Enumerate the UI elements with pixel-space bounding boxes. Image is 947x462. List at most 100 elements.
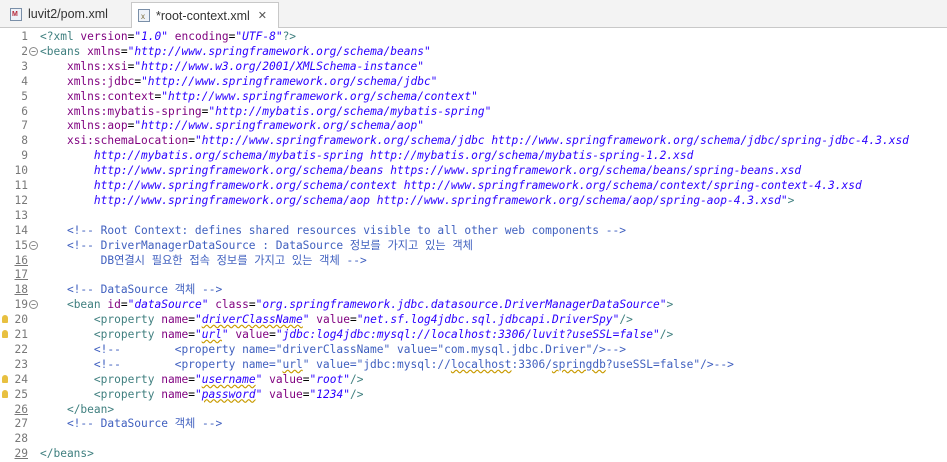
line-code: <property name="username" value="root"/> xyxy=(40,372,364,387)
tab-pom-xml[interactable]: M luvit2/pom.xml xyxy=(4,2,130,26)
code-line[interactable]: 19− <bean id="dataSource" class="org.spr… xyxy=(0,297,947,312)
code-token: "http://mybatis.org/schema/mybatis-sprin… xyxy=(208,104,492,118)
code-token: "root" xyxy=(309,372,350,386)
code-token: <property xyxy=(93,387,162,401)
code-token: ?> xyxy=(282,30,297,43)
code-token: "http://www.springframework.org/schema/j… xyxy=(141,74,438,88)
code-line[interactable]: 22 <!-- <property name="driverClassName"… xyxy=(0,342,947,357)
fold-toggle-icon[interactable]: − xyxy=(29,46,38,56)
line-number: 22 xyxy=(14,342,28,356)
code-token: class xyxy=(215,298,249,312)
code-line[interactable]: 27 <!-- DataSource 객체 --> xyxy=(0,416,947,431)
close-icon[interactable]: ✕ xyxy=(258,9,267,22)
code-token: "http://www.w3.org/2001/XMLSchema-instan… xyxy=(134,59,424,73)
code-line[interactable]: 8 xsi:schemaLocation="http://www.springf… xyxy=(0,133,947,148)
code-token: = xyxy=(188,313,195,327)
code-token: " xyxy=(194,387,202,401)
code-token: = xyxy=(302,372,310,386)
tab-root-context-xml[interactable]: x *root-context.xml ✕ xyxy=(131,2,279,28)
code-line[interactable]: 24 <property name="username" value="root… xyxy=(0,372,947,387)
code-token: value xyxy=(235,328,270,341)
code-token: xmlns:mybatis-spring xyxy=(66,104,202,118)
code-token: encoding xyxy=(174,30,229,43)
line-code: xmlns:jdbc="http://www.springframework.o… xyxy=(40,74,437,89)
code-token: name xyxy=(161,313,189,327)
code-line[interactable]: 9 http://mybatis.org/schema/mybatis-spri… xyxy=(0,148,947,163)
code-token: " xyxy=(302,313,310,327)
line-code: <!-- Root Context: defines shared resour… xyxy=(40,223,626,238)
code-editor[interactable]: 1 <?xml version="1.0" encoding="UTF-8"?> 2… xyxy=(0,28,947,462)
code-line[interactable]: 20 <property name="driverClassName" valu… xyxy=(0,312,947,327)
code-token: = xyxy=(120,298,128,312)
line-code: http://www.springframework.org/schema/co… xyxy=(40,178,862,193)
code-line[interactable]: 6 xmlns:mybatis-spring="http://mybatis.o… xyxy=(0,104,947,119)
line-code: <property name="url" value="jdbc:log4jdb… xyxy=(40,327,673,342)
code-token: <!-- Root Context: defines shared resour… xyxy=(40,223,626,237)
code-token: http://www.springframework.org/schema/co… xyxy=(40,179,862,192)
warning-marker-icon[interactable] xyxy=(2,389,8,398)
code-line[interactable]: 23 <!-- <property name="url" value="jdbc… xyxy=(0,357,947,372)
code-line[interactable]: 18 <!-- DataSource 객체 --> xyxy=(0,282,947,297)
code-token: xmlns:xsi xyxy=(66,59,128,73)
line-code: <!-- DataSource 객체 --> xyxy=(40,416,222,431)
code-token: localhost xyxy=(450,357,512,371)
warning-marker-icon[interactable] xyxy=(2,315,8,324)
line-code: xmlns:context="http://www.springframewor… xyxy=(40,89,478,104)
code-line[interactable]: 14 <!-- Root Context: defines shared res… xyxy=(0,223,947,238)
code-token: DB연결시 필요한 접속 정보를 가지고 있는 객체 --> xyxy=(40,253,367,267)
code-token: value xyxy=(269,372,303,386)
code-line[interactable]: 1 <?xml version="1.0" encoding="UTF-8"?> xyxy=(0,29,947,44)
code-line[interactable]: 15− <!-- DriverManagerDataSource : DataS… xyxy=(0,238,947,253)
code-line[interactable]: 28 xyxy=(0,431,947,446)
code-token: = xyxy=(188,328,195,341)
code-line[interactable]: 10 http://www.springframework.org/schema… xyxy=(0,163,947,178)
line-number: 1 xyxy=(21,30,28,43)
code-token: <bean xyxy=(66,298,108,312)
code-token: </bean> xyxy=(66,402,115,416)
code-line[interactable]: 4 xmlns:jdbc="http://www.springframework… xyxy=(0,74,947,89)
code-line[interactable]: 13 xyxy=(0,208,947,223)
code-token: " xyxy=(194,328,202,341)
line-code: xmlns:xsi="http://www.w3.org/2001/XMLSch… xyxy=(40,59,424,74)
fold-toggle-icon[interactable]: − xyxy=(29,240,38,250)
code-line[interactable]: 26 </bean> xyxy=(0,402,947,417)
code-line[interactable]: 5 xmlns:context="http://www.springframew… xyxy=(0,89,947,104)
code-line[interactable]: 17 xyxy=(0,267,947,282)
code-token: <property xyxy=(93,328,162,341)
code-token: http://www.springframework.org/schema/ao… xyxy=(40,193,788,207)
line-code: </beans> xyxy=(40,446,94,461)
code-token: "1234" xyxy=(309,387,350,401)
code-token: name xyxy=(161,372,189,386)
line-code: xmlns:mybatis-spring="http://mybatis.org… xyxy=(40,104,491,119)
code-token: /> xyxy=(659,328,674,341)
line-code: xsi:schemaLocation="http://www.springfra… xyxy=(40,133,909,148)
code-line[interactable]: 29 </beans> xyxy=(0,446,947,461)
code-token: <property xyxy=(93,372,162,386)
code-line[interactable]: 3 xmlns:xsi="http://www.w3.org/2001/XMLS… xyxy=(0,59,947,74)
code-token: <property xyxy=(93,313,162,327)
line-number: 17 xyxy=(14,268,28,282)
code-token: = xyxy=(269,328,276,341)
line-number: 23 xyxy=(14,357,28,371)
code-token: id xyxy=(107,298,121,312)
code-line[interactable]: 7 xmlns:aop="http://www.springframework.… xyxy=(0,118,947,133)
line-code: DB연결시 필요한 접속 정보를 가지고 있는 객체 --> xyxy=(40,253,367,268)
line-code: http://www.springframework.org/schema/ao… xyxy=(40,193,795,208)
code-line[interactable]: 16 DB연결시 필요한 접속 정보를 가지고 있는 객체 --> xyxy=(0,253,947,268)
code-line[interactable]: 11 http://www.springframework.org/schema… xyxy=(0,178,947,193)
code-token: username xyxy=(201,372,256,386)
warning-marker-icon[interactable] xyxy=(2,330,8,338)
code-line[interactable]: 25 <property name="password" value="1234… xyxy=(0,387,947,402)
code-token: <!-- DriverManagerDataSource : DataSourc… xyxy=(40,238,473,252)
fold-toggle-icon[interactable]: − xyxy=(29,300,38,310)
line-number: 19 xyxy=(14,298,28,312)
warning-marker-icon[interactable] xyxy=(2,374,8,383)
code-line[interactable]: 2− <beans xmlns="http://www.springframewo… xyxy=(0,44,947,59)
code-token: <!-- DataSource 객체 --> xyxy=(40,417,223,431)
code-line[interactable]: 21 <property name="url" value="jdbc:log4… xyxy=(0,327,947,342)
line-number: 28 xyxy=(14,432,28,446)
code-token: = xyxy=(248,298,256,312)
code-token: password xyxy=(201,387,256,401)
code-line[interactable]: 12 http://www.springframework.org/schema… xyxy=(0,193,947,208)
